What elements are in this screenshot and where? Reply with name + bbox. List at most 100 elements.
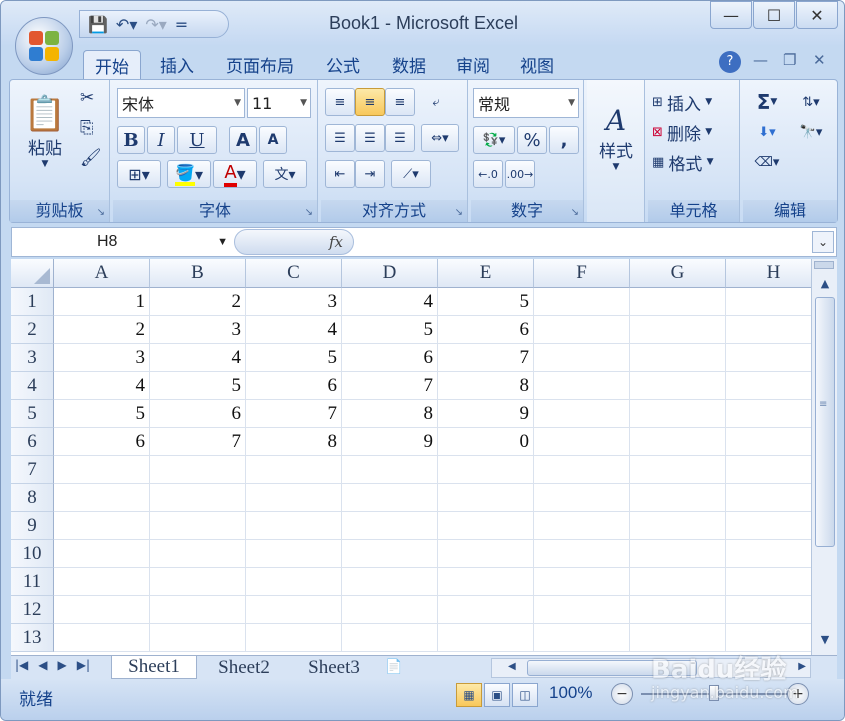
autosum-button[interactable]: Σ ▼ <box>747 88 787 116</box>
cell-h2[interactable] <box>726 316 811 344</box>
cell-h1[interactable] <box>726 288 811 316</box>
grow-font-button[interactable]: A <box>229 126 257 154</box>
cell-c10[interactable] <box>246 540 342 568</box>
cell-c1[interactable]: 3 <box>246 288 342 316</box>
scroll-down-icon[interactable]: ▼ <box>815 629 835 651</box>
cell-a4[interactable]: 4 <box>54 372 150 400</box>
cell-g8[interactable] <box>630 484 726 512</box>
ribbon-restore-icon[interactable]: ❐ <box>783 51 796 69</box>
italic-button[interactable]: I <box>147 126 175 154</box>
cell-a7[interactable] <box>54 456 150 484</box>
close-button[interactable]: ✕ <box>796 1 838 29</box>
clear-button[interactable]: ⌫▾ <box>747 148 787 176</box>
borders-button[interactable]: ⊞▾ <box>117 160 161 188</box>
shrink-font-button[interactable]: A <box>259 126 287 154</box>
cell-g2[interactable] <box>630 316 726 344</box>
next-sheet-icon[interactable]: ▶ <box>58 658 67 672</box>
merge-center-button[interactable]: ⇔▾ <box>421 124 459 152</box>
row-header-12[interactable]: 12 <box>11 596 54 624</box>
dialog-launcher-icon[interactable]: ↘ <box>571 207 579 218</box>
cell-b9[interactable] <box>150 512 246 540</box>
cell-c7[interactable] <box>246 456 342 484</box>
insert-sheet-icon[interactable]: 📄 <box>379 656 409 679</box>
zoom-slider-thumb[interactable] <box>709 685 719 701</box>
cell-g4[interactable] <box>630 372 726 400</box>
cell-d7[interactable] <box>342 456 438 484</box>
cell-g10[interactable] <box>630 540 726 568</box>
cell-d2[interactable]: 5 <box>342 316 438 344</box>
insert-function-button[interactable]: fx <box>234 229 354 255</box>
sheet-tab-2[interactable]: Sheet2 <box>201 656 287 679</box>
vertical-scrollbar[interactable]: ▲ ≡ ▼ <box>811 259 837 655</box>
font-size-combo[interactable]: 11 ▼ <box>247 88 311 118</box>
cell-f7[interactable] <box>534 456 630 484</box>
cell-e6[interactable]: 0 <box>438 428 534 456</box>
align-top-button[interactable]: ≡ <box>325 88 355 116</box>
maximize-button[interactable]: ☐ <box>753 1 795 29</box>
number-format-combo[interactable]: 常规 ▼ <box>473 88 579 118</box>
cell-d1[interactable]: 4 <box>342 288 438 316</box>
dialog-launcher-icon[interactable]: ↘ <box>455 207 463 218</box>
row-header-7[interactable]: 7 <box>11 456 54 484</box>
cell-e11[interactable] <box>438 568 534 596</box>
cell-h13[interactable] <box>726 624 811 652</box>
align-left-button[interactable]: ☰ <box>325 124 355 152</box>
dialog-launcher-icon[interactable]: ↘ <box>305 207 313 218</box>
cell-f3[interactable] <box>534 344 630 372</box>
prev-sheet-icon[interactable]: ◀ <box>38 658 47 672</box>
cell-b12[interactable] <box>150 596 246 624</box>
row-header-9[interactable]: 9 <box>11 512 54 540</box>
cell-f12[interactable] <box>534 596 630 624</box>
cell-h10[interactable] <box>726 540 811 568</box>
cell-b7[interactable] <box>150 456 246 484</box>
cell-h7[interactable] <box>726 456 811 484</box>
horizontal-scrollbar[interactable]: ◀ ▶ <box>491 658 811 678</box>
cell-b10[interactable] <box>150 540 246 568</box>
cell-a3[interactable]: 3 <box>54 344 150 372</box>
cell-b8[interactable] <box>150 484 246 512</box>
sheet-tab-3[interactable]: Sheet3 <box>291 656 377 679</box>
cell-c3[interactable]: 5 <box>246 344 342 372</box>
cut-icon[interactable]: ✂ <box>80 88 94 108</box>
fill-color-button[interactable]: 🪣 ▾ <box>167 160 211 188</box>
cell-a6[interactable]: 6 <box>54 428 150 456</box>
cell-h5[interactable] <box>726 400 811 428</box>
row-header-11[interactable]: 11 <box>11 568 54 596</box>
font-color-button[interactable]: A ▾ <box>213 160 257 188</box>
underline-button[interactable]: U <box>177 126 217 154</box>
column-header-d[interactable]: D <box>342 259 438 288</box>
align-center-button[interactable]: ☰ <box>355 124 385 152</box>
cell-b11[interactable] <box>150 568 246 596</box>
vertical-scroll-thumb[interactable] <box>815 297 835 547</box>
tab-data[interactable]: 数据 <box>381 50 437 79</box>
cell-d6[interactable]: 9 <box>342 428 438 456</box>
wrap-text-button[interactable]: ⤶ <box>421 88 451 116</box>
tab-formulas[interactable]: 公式 <box>315 50 371 79</box>
office-button[interactable] <box>15 17 73 75</box>
cell-d11[interactable] <box>342 568 438 596</box>
expand-formula-bar-icon[interactable]: ⌄ <box>812 231 834 253</box>
cell-b13[interactable] <box>150 624 246 652</box>
decrease-indent-button[interactable]: ⇤ <box>325 160 355 188</box>
percent-button[interactable]: % <box>517 126 547 154</box>
cell-d13[interactable] <box>342 624 438 652</box>
cell-a11[interactable] <box>54 568 150 596</box>
cell-e10[interactable] <box>438 540 534 568</box>
page-break-view-icon[interactable]: ◫ <box>512 683 538 707</box>
column-header-a[interactable]: A <box>54 259 150 288</box>
cell-f2[interactable] <box>534 316 630 344</box>
cell-h8[interactable] <box>726 484 811 512</box>
row-header-1[interactable]: 1 <box>11 288 54 316</box>
cell-e5[interactable]: 9 <box>438 400 534 428</box>
cell-f10[interactable] <box>534 540 630 568</box>
insert-cells-button[interactable]: ⊞ 插入 ▼ <box>652 88 736 116</box>
column-header-c[interactable]: C <box>246 259 342 288</box>
cell-h6[interactable] <box>726 428 811 456</box>
sheet-tab-1[interactable]: Sheet1 <box>111 656 197 679</box>
copy-icon[interactable]: ⎘ <box>80 118 94 138</box>
tab-page-layout[interactable]: 页面布局 <box>215 50 305 79</box>
cell-g11[interactable] <box>630 568 726 596</box>
scroll-left-icon[interactable]: ◀ <box>508 661 516 672</box>
dialog-launcher-icon[interactable]: ↘ <box>97 207 105 218</box>
format-cells-button[interactable]: ▦ 格式 ▼ <box>652 148 736 176</box>
